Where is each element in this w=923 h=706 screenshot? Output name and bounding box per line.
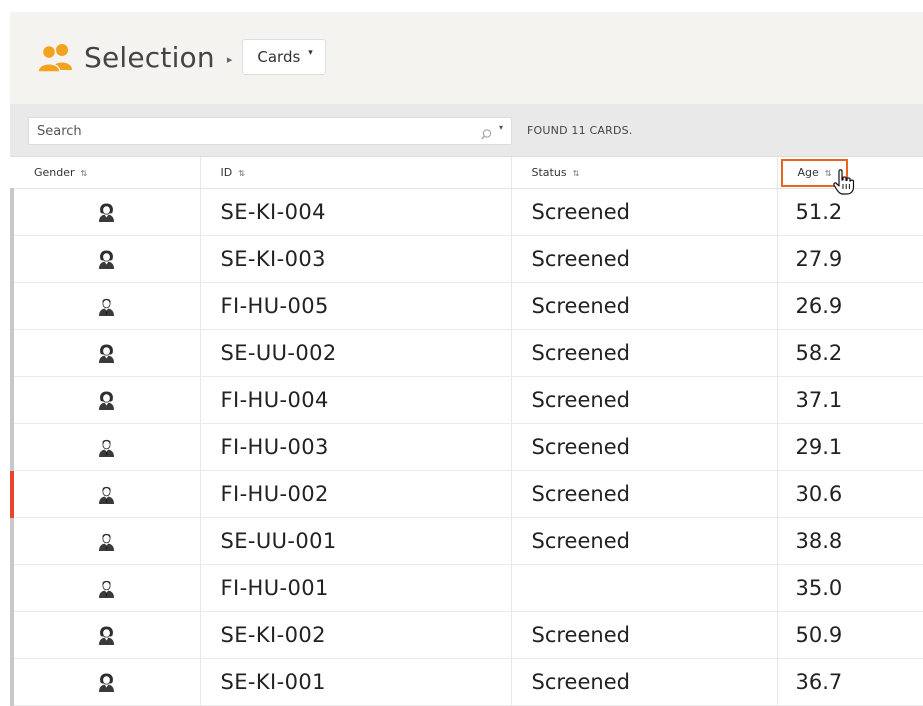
female-person-icon	[98, 203, 115, 222]
id-cell[interactable]: SE-KI-004	[199, 188, 511, 236]
age-cell: 51.2	[776, 188, 923, 236]
status-cell: Screened	[510, 517, 777, 565]
male-person-icon	[98, 485, 115, 504]
table-row[interactable]: SE-KI-002 Screened 50.9	[10, 611, 923, 659]
table-row[interactable]: SE-KI-001 Screened 36.7	[10, 658, 923, 706]
search-icon[interactable]	[481, 125, 492, 140]
table-header-row: Gender ⇅ ID ⇅ Status ⇅ Age ⇅	[12, 157, 923, 195]
filter-bar: ▾ FOUND 11 CARDS.	[10, 104, 923, 157]
table-row[interactable]: FI-HU-002 Screened 30.6	[10, 470, 923, 518]
table-row[interactable]: SE-UU-001 Screened 38.8	[10, 517, 923, 565]
gender-cell	[10, 235, 200, 283]
id-cell[interactable]: SE-KI-002	[199, 611, 511, 659]
female-person-icon	[98, 391, 115, 410]
table-row[interactable]: FI-HU-001 35.0	[10, 564, 923, 612]
column-header-label: Age	[797, 165, 819, 179]
page-title: Selection	[84, 40, 215, 74]
age-cell: 37.1	[776, 376, 923, 424]
caret-down-icon: ▾	[308, 48, 313, 58]
male-person-icon	[98, 438, 115, 457]
id-cell[interactable]: SE-KI-001	[199, 658, 511, 706]
gender-cell	[10, 423, 200, 471]
status-cell: Screened	[510, 329, 777, 377]
gender-cell	[10, 282, 200, 330]
id-cell[interactable]: SE-UU-002	[199, 329, 511, 377]
age-cell: 26.9	[776, 282, 923, 330]
search-box: ▾	[28, 117, 512, 145]
column-header-label: Status	[531, 165, 567, 179]
male-person-icon	[98, 297, 115, 316]
male-person-icon	[98, 532, 115, 551]
id-cell[interactable]: SE-KI-003	[199, 235, 511, 283]
status-cell: Screened	[510, 376, 777, 424]
page-header: Selection ▸ Cards ▾	[10, 12, 923, 105]
table-row[interactable]: FI-HU-005 Screened 26.9	[10, 282, 923, 330]
age-cell: 30.6	[776, 470, 923, 518]
column-header-label: ID	[220, 165, 233, 179]
view-selector-dropdown[interactable]: Cards ▾	[242, 39, 326, 75]
age-cell: 50.9	[776, 611, 923, 659]
cards-table: Gender ⇅ ID ⇅ Status ⇅ Age ⇅ SE-KI-004 S…	[10, 157, 923, 706]
age-cell: 36.7	[776, 658, 923, 706]
id-cell[interactable]: FI-HU-003	[199, 423, 511, 471]
gender-cell	[10, 188, 200, 236]
status-cell: Screened	[510, 611, 777, 659]
gender-cell	[10, 658, 200, 706]
column-header-status[interactable]: Status ⇅	[510, 157, 777, 189]
id-cell[interactable]: FI-HU-002	[199, 470, 511, 518]
gender-cell	[10, 564, 200, 612]
table-row[interactable]: SE-KI-003 Screened 27.9	[10, 235, 923, 283]
id-cell[interactable]: SE-UU-001	[199, 517, 511, 565]
age-cell: 27.9	[776, 235, 923, 283]
table-row[interactable]: SE-KI-004 Screened 51.2	[10, 188, 923, 236]
age-cell: 35.0	[776, 564, 923, 612]
table-row[interactable]: SE-UU-002 Screened 58.2	[10, 329, 923, 377]
female-person-icon	[98, 344, 115, 363]
status-cell: Screened	[510, 470, 777, 518]
female-person-icon	[98, 250, 115, 269]
age-cell: 58.2	[776, 329, 923, 377]
status-cell: Screened	[510, 658, 777, 706]
female-person-icon	[98, 673, 115, 692]
result-count: FOUND 11 CARDS.	[527, 124, 633, 137]
status-cell: Screened	[510, 282, 777, 330]
title-area: Selection ▸ Cards ▾	[37, 39, 326, 75]
status-cell	[510, 564, 777, 612]
sort-icon[interactable]: ⇅	[238, 169, 245, 178]
search-input[interactable]	[29, 118, 457, 144]
status-cell: Screened	[510, 188, 777, 236]
sort-icon[interactable]: ⇅	[573, 169, 580, 178]
table-row[interactable]: FI-HU-003 Screened 29.1	[10, 423, 923, 471]
gender-cell	[10, 517, 200, 565]
female-person-icon	[98, 626, 115, 645]
sort-icon[interactable]: ⇅	[825, 169, 832, 178]
column-header-gender[interactable]: Gender ⇅	[12, 157, 200, 189]
column-header-label: Gender	[34, 165, 75, 179]
age-cell: 38.8	[776, 517, 923, 565]
id-cell[interactable]: FI-HU-001	[199, 564, 511, 612]
table-row[interactable]: FI-HU-004 Screened 37.1	[10, 376, 923, 424]
column-header-age[interactable]: Age ⇅	[776, 157, 923, 195]
users-group-icon	[37, 42, 74, 73]
male-person-icon	[98, 579, 115, 598]
status-cell: Screened	[510, 235, 777, 283]
id-cell[interactable]: FI-HU-005	[199, 282, 511, 330]
gender-cell	[10, 470, 200, 518]
age-cell: 29.1	[776, 423, 923, 471]
id-cell[interactable]: FI-HU-004	[199, 376, 511, 424]
gender-cell	[10, 611, 200, 659]
status-cell: Screened	[510, 423, 777, 471]
search-options-caret-icon[interactable]: ▾	[499, 123, 503, 132]
gender-cell	[10, 329, 200, 377]
view-selector-value: Cards	[257, 48, 301, 66]
hand-pointer-cursor-icon	[832, 169, 855, 195]
column-header-id[interactable]: ID ⇅	[199, 157, 511, 189]
breadcrumb-separator-icon: ▸	[226, 52, 233, 66]
sort-icon[interactable]: ⇅	[81, 169, 88, 178]
gender-cell	[10, 376, 200, 424]
